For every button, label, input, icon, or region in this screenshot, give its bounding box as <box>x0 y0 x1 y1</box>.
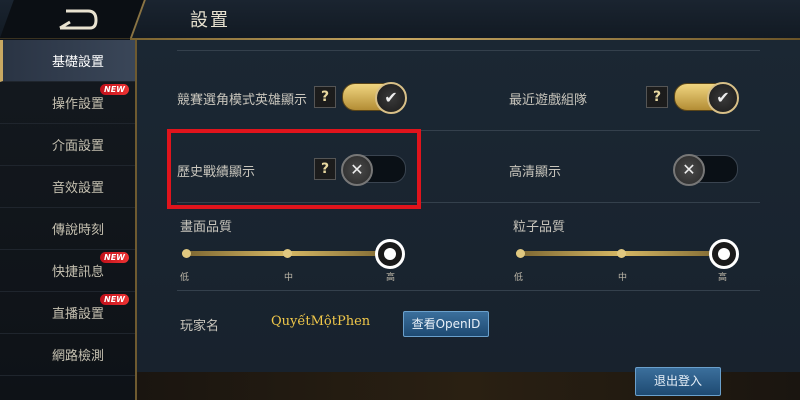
help-icon[interactable]: ? <box>646 86 668 108</box>
sidebar-item-quick-messages[interactable]: 快捷訊息 NEW <box>0 250 135 292</box>
check-icon: ✔ <box>375 82 407 114</box>
new-badge: NEW <box>100 294 129 305</box>
player-name-label: 玩家名 <box>180 319 220 334</box>
sidebar-item-basic-settings[interactable]: 基礎設置 <box>0 40 135 82</box>
player-name-value: QuyếtMộtPhen <box>271 314 371 329</box>
new-badge: NEW <box>100 84 129 95</box>
divider <box>177 290 760 291</box>
sidebar-item-label: 介面設置 <box>52 139 105 154</box>
sidebar-item-label: 直播設置 <box>52 307 105 322</box>
sidebar-item-network-test[interactable]: 網路檢測 <box>0 334 135 376</box>
sidebar-item-control-settings[interactable]: 操作設置 NEW <box>0 82 135 124</box>
close-icon: ✕ <box>673 154 705 186</box>
tick-high: 高 <box>386 273 396 283</box>
page-title: 設置 <box>190 10 230 31</box>
highlight-box <box>167 129 421 209</box>
slider-dot <box>617 249 626 258</box>
hd-display-label: 高清顯示 <box>509 165 562 180</box>
sidebar-item-label: 基礎設置 <box>52 55 105 70</box>
view-openid-button[interactable]: 查看OpenID <box>403 311 489 337</box>
tick-low: 低 <box>180 273 190 283</box>
slider-thumb[interactable] <box>375 239 405 269</box>
tick-high: 高 <box>718 273 728 283</box>
graphics-quality-label: 畫面品質 <box>180 220 233 235</box>
particle-quality-slider[interactable] <box>516 239 739 269</box>
sidebar-item-interface-settings[interactable]: 介面設置 <box>0 124 135 166</box>
back-arrow-icon[interactable] <box>56 8 98 30</box>
slider-dot <box>283 249 292 258</box>
tick-mid: 中 <box>618 273 628 283</box>
sidebar-item-label: 快捷訊息 <box>52 265 105 280</box>
logout-button[interactable]: 退出登入 <box>635 367 721 396</box>
slider-thumb[interactable] <box>709 239 739 269</box>
recent-team-toggle[interactable]: ✔ <box>674 82 739 114</box>
competitive-hero-display-toggle[interactable]: ✔ <box>342 82 407 114</box>
top-bar: 設置 <box>0 0 800 40</box>
slider-dot <box>516 249 525 258</box>
tick-mid: 中 <box>284 273 294 283</box>
sidebar-item-sound-settings[interactable]: 音效設置 <box>0 166 135 208</box>
graphics-quality-slider[interactable] <box>182 239 405 269</box>
check-icon: ✔ <box>707 82 739 114</box>
sidebar-item-label: 傳說時刻 <box>52 223 105 238</box>
sidebar-item-label: 網路檢測 <box>52 349 105 364</box>
sidebar-item-stream-settings[interactable]: 直播設置 NEW <box>0 292 135 334</box>
hd-display-toggle[interactable]: ✕ <box>673 154 738 186</box>
sidebar-item-label: 操作設置 <box>52 97 105 112</box>
tick-low: 低 <box>514 273 524 283</box>
recent-team-label: 最近遊戲組隊 <box>509 93 588 108</box>
slider-dot <box>182 249 191 258</box>
particle-quality-label: 粒子品質 <box>513 220 566 235</box>
help-icon[interactable]: ? <box>314 86 336 108</box>
new-badge: NEW <box>100 252 129 263</box>
sidebar-item-legend-moments[interactable]: 傳說時刻 <box>0 208 135 250</box>
sidebar-item-label: 音效設置 <box>52 181 105 196</box>
competitive-hero-display-label: 競賽選角模式英雄顯示 <box>177 93 308 108</box>
sidebar: 基礎設置 操作設置 NEW 介面設置 音效設置 傳說時刻 快捷訊息 NEW 直播… <box>0 40 137 400</box>
divider <box>177 50 760 51</box>
